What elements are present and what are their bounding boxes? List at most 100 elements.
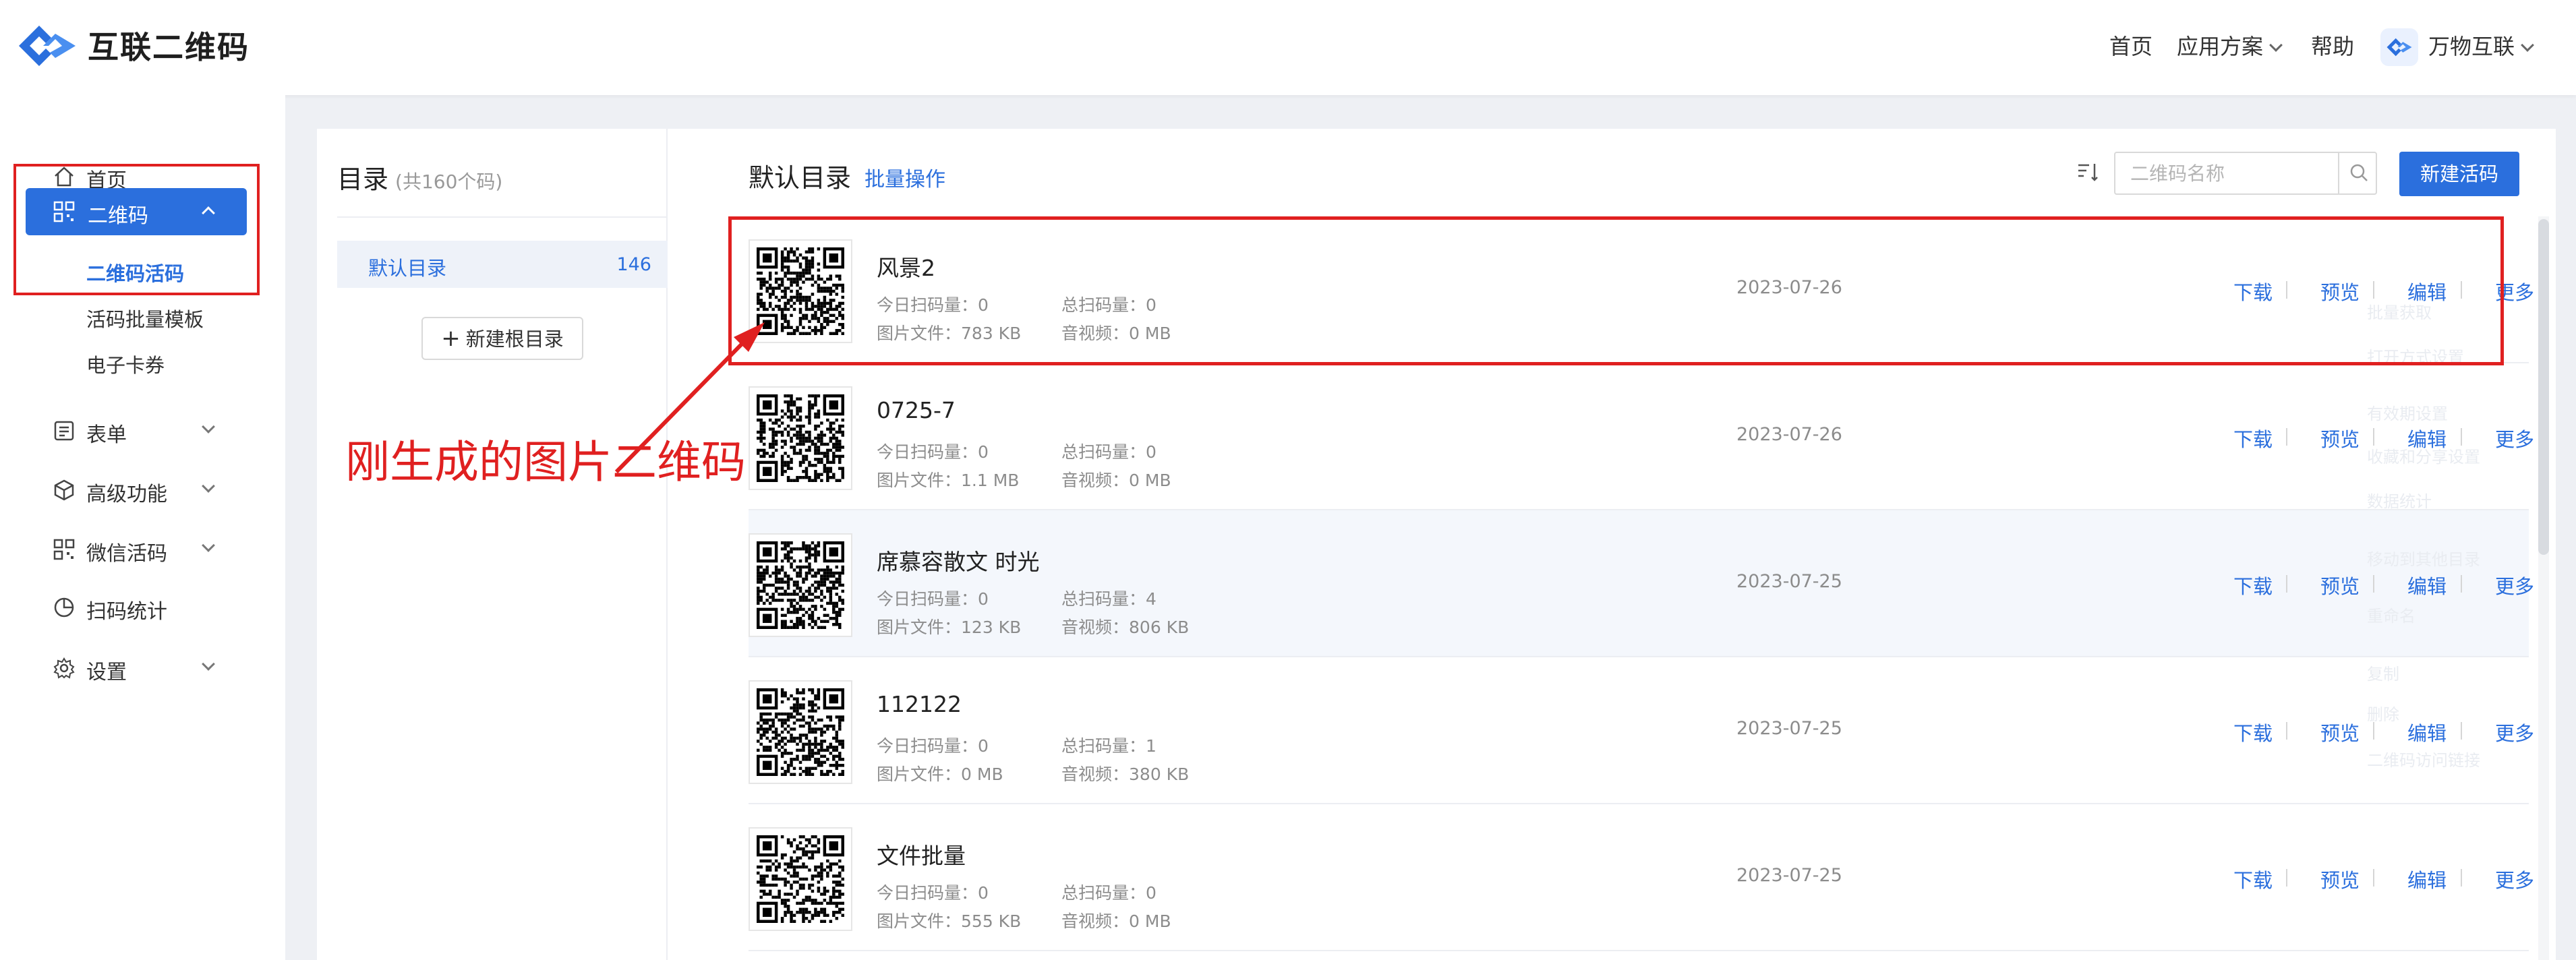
edit-button[interactable]: 编辑 — [2407, 718, 2447, 746]
qrcode-icon — [53, 539, 75, 560]
brand-name[interactable]: 互联二维码 — [88, 23, 250, 67]
image-size: 图片文件：1.1 MB — [877, 467, 1019, 491]
nav-help[interactable]: 帮助 — [2311, 30, 2354, 61]
image-size-value: 555 KB — [961, 911, 1022, 931]
total-scans-label: 总扫码量： — [1061, 442, 1146, 462]
sidebar-item-forms[interactable]: 表单 — [0, 407, 285, 454]
ghost-menu-item: 复制 — [2367, 665, 2399, 684]
divider — [2286, 428, 2287, 446]
image-size-label: 图片文件： — [877, 618, 962, 637]
directory-item-label: 默认目录 — [368, 257, 447, 280]
video-size-label: 音视频： — [1061, 764, 1130, 784]
search-input[interactable] — [2115, 153, 2341, 193]
sidebar-sub-batch-template[interactable]: 活码批量模板 — [86, 304, 204, 332]
created-date: 2023-07-25 — [1736, 865, 1842, 886]
nav-solutions[interactable]: 应用方案 — [2177, 30, 2283, 61]
video-size: 音视频：806 KB — [1061, 614, 1189, 638]
more-button[interactable]: 更多 — [2495, 865, 2534, 893]
qrcode-name[interactable]: 席慕容散文 时光 — [877, 544, 1040, 576]
annotation-highlight-sidebar — [13, 164, 260, 295]
image-size-label: 图片文件： — [877, 911, 962, 931]
table-row[interactable]: 112122 今日扫码量：0 总扫码量：1 图片文件：0 MB 音视频：380 KB 20… — [749, 657, 2534, 804]
edit-button[interactable]: 编辑 — [2407, 571, 2447, 599]
more-button[interactable]: 更多 — [2495, 571, 2534, 599]
qrcode-thumbnail[interactable] — [749, 680, 852, 784]
download-button[interactable]: 下载 — [2233, 571, 2273, 599]
preview-button[interactable]: 预览 — [2320, 865, 2360, 893]
table-row[interactable]: 席慕容散文 时光 今日扫码量：0 总扫码量：4 图片文件：123 KB 音视频：806 … — [749, 510, 2534, 657]
ghost-menu-item: 收藏和分享设置 — [2367, 448, 2480, 467]
qrcode-name[interactable]: 文件批量 — [877, 838, 966, 870]
ghost-menu-item: 有效期设置 — [2367, 404, 2448, 423]
today-scans-label: 今日扫码量： — [877, 589, 978, 609]
account-menu[interactable]: 万物互联 — [2428, 30, 2534, 61]
sidebar-item-wechat[interactable]: 微信活码 — [0, 526, 285, 573]
nav-solutions-label: 应用方案 — [2177, 34, 2264, 59]
directory-item-default[interactable]: 默认目录 146 — [337, 241, 668, 288]
divider — [2373, 575, 2374, 593]
today-scans-label: 今日扫码量： — [877, 883, 978, 903]
more-button[interactable]: 更多 — [2495, 424, 2534, 452]
new-code-button[interactable]: 新建活码 — [2399, 152, 2519, 196]
total-scans-label: 总扫码量： — [1061, 883, 1146, 903]
table-row[interactable]: 0725-7 今日扫码量：0 总扫码量：0 图片文件：1.1 MB 音视频：0 MB 20… — [749, 363, 2534, 510]
more-button[interactable]: 更多 — [2495, 718, 2534, 746]
new-root-directory-button[interactable]: + 新建根目录 — [421, 317, 583, 360]
sidebar-item-stats[interactable]: 扫码统计 — [0, 584, 285, 631]
table-row[interactable]: 文件批量 今日扫码量：0 总扫码量：0 图片文件：555 KB 音视频：0 MB 2023… — [749, 804, 2534, 951]
sidebar-sub-ecoupon[interactable]: 电子卡券 — [86, 350, 165, 378]
qr-pattern — [757, 541, 844, 629]
chevron-down-icon — [2521, 38, 2534, 52]
today-scans: 今日扫码量：0 — [877, 733, 989, 757]
qrcode-name[interactable]: 112122 — [877, 691, 962, 717]
scrollbar-thumb[interactable] — [2538, 219, 2549, 555]
search-button[interactable] — [2338, 153, 2376, 193]
preview-button[interactable]: 预览 — [2320, 718, 2360, 746]
chevron-down-icon — [202, 657, 215, 671]
brand-logo-icon[interactable] — [13, 19, 81, 73]
sidebar-item-label: 表单 — [86, 423, 127, 447]
total-scans: 总扫码量：0 — [1061, 439, 1157, 463]
created-date: 2023-07-25 — [1736, 718, 1842, 739]
pie-chart-icon — [54, 597, 74, 618]
qr-pattern — [757, 835, 844, 923]
qrcode-thumbnail[interactable] — [749, 827, 852, 931]
sidebar-item-label: 设置 — [86, 661, 127, 684]
sidebar-item-advanced[interactable]: 高级功能 — [0, 467, 285, 514]
directory-panel: 目录 (共160个码) 默认目录 146 + 新建根目录 — [317, 129, 668, 960]
batch-operation-link[interactable]: 批量操作 — [865, 162, 945, 192]
image-size-value: 0 MB — [961, 764, 1003, 784]
ghost-menu-item: 移动到其他目录 — [2367, 550, 2480, 569]
sort-icon[interactable] — [2076, 160, 2100, 184]
total-scans-value: 0 — [1146, 883, 1157, 903]
total-scans-value: 4 — [1146, 589, 1157, 609]
image-size: 图片文件：0 MB — [877, 761, 1003, 785]
total-scans-label: 总扫码量： — [1061, 589, 1146, 609]
page-title: 默认目录 — [749, 163, 852, 193]
divider — [2461, 722, 2462, 740]
chevron-down-icon — [202, 539, 215, 552]
download-button[interactable]: 下载 — [2233, 424, 2273, 452]
image-size-value: 123 KB — [961, 618, 1022, 637]
ghost-menu-item: 二维码访问链接 — [2367, 751, 2480, 770]
nav-home[interactable]: 首页 — [2109, 30, 2153, 61]
plus-icon: + — [441, 325, 461, 352]
divider — [2461, 575, 2462, 593]
divider — [2373, 869, 2374, 887]
download-button[interactable]: 下载 — [2233, 718, 2273, 746]
preview-button[interactable]: 预览 — [2320, 571, 2360, 599]
download-button[interactable]: 下载 — [2233, 865, 2273, 893]
edit-button[interactable]: 编辑 — [2407, 865, 2447, 893]
sidebar-item-settings[interactable]: 设置 — [0, 644, 285, 692]
directory-item-count: 146 — [616, 254, 651, 275]
created-date: 2023-07-25 — [1736, 571, 1842, 592]
today-scans-value: 0 — [978, 883, 989, 903]
preview-button[interactable]: 预览 — [2320, 424, 2360, 452]
ghost-menu-item: 数据统计 — [2367, 492, 2432, 511]
qrcode-thumbnail[interactable] — [749, 533, 852, 637]
total-scans: 总扫码量：0 — [1061, 880, 1157, 904]
image-size-label: 图片文件： — [877, 764, 962, 784]
image-size-value: 1.1 MB — [961, 471, 1020, 490]
qrcode-name[interactable]: 0725-7 — [877, 397, 956, 423]
avatar[interactable] — [2380, 28, 2418, 66]
